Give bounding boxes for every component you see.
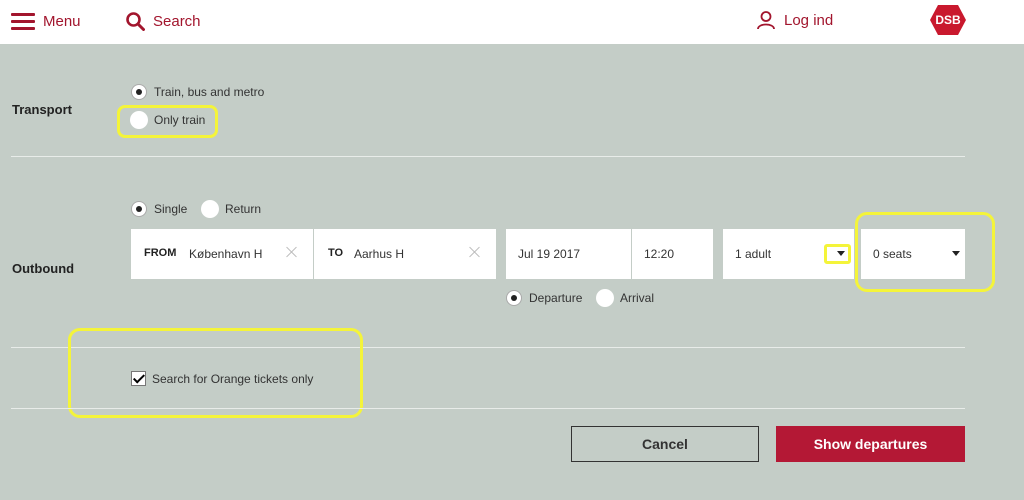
cancel-button[interactable]: Cancel [571,426,759,462]
radio-label: Arrival [620,291,655,305]
seats-value: 0 seats [873,247,912,261]
radio-label: Departure [529,291,583,305]
radio-label: Return [225,202,262,216]
search-button[interactable]: Search [126,9,201,33]
search-icon [126,11,145,31]
search-label: Search [153,12,201,30]
top-bar: Menu Search Log ind DSB [0,0,1024,44]
clear-to-icon[interactable] [469,246,481,258]
radio-departure[interactable]: Departure [506,290,582,306]
from-label: FROM [144,247,177,259]
menu-button[interactable]: Menu [11,9,81,33]
logo-text: DSB [935,13,961,27]
login-button[interactable]: Log ind [756,8,833,32]
radio-only-train[interactable]: Only train [130,111,205,129]
transport-label: Transport [12,102,72,117]
menu-label: Menu [43,12,81,30]
show-departures-button[interactable]: Show departures [776,426,965,462]
to-value: Aarhus H [354,247,405,261]
radio-label: Single [154,202,188,216]
chevron-down-icon [837,251,845,256]
chevron-down-icon [952,251,960,256]
outbound-label: Outbound [12,261,75,276]
radio-circle [131,201,147,217]
date-field[interactable]: Jul 19 2017 [506,229,631,279]
from-value: København H [189,247,263,261]
divider [11,347,965,348]
radio-label: Only train [154,113,206,127]
date-value: Jul 19 2017 [518,247,581,261]
radio-return[interactable]: Return [201,200,261,218]
login-label: Log ind [784,11,834,29]
user-icon [757,11,775,30]
time-value: 12:20 [644,247,675,261]
orange-tickets-label: Search for Orange tickets only [152,372,314,386]
passengers-select[interactable]: 1 adult [723,229,854,279]
radio-circle [130,111,148,129]
hamburger-icon [11,12,35,30]
radio-arrival[interactable]: Arrival [596,289,654,307]
dsb-logo[interactable]: DSB [929,4,967,36]
time-field[interactable]: 12:20 [632,229,713,279]
radio-circle [131,84,147,100]
passengers-value: 1 adult [735,247,772,261]
radio-label: Train, bus and metro [154,85,265,99]
orange-tickets-checkbox[interactable] [131,371,146,386]
radio-circle [506,290,522,306]
radio-train-bus-metro[interactable]: Train, bus and metro [131,84,264,100]
divider [11,156,965,157]
seats-select[interactable]: 0 seats [861,229,965,279]
to-label: TO [328,247,344,259]
divider [11,408,965,409]
radio-circle [201,200,219,218]
from-field[interactable]: FROM København H [131,229,313,279]
clear-from-icon[interactable] [286,246,298,258]
radio-single[interactable]: Single [131,201,187,217]
to-field[interactable]: TO Aarhus H [314,229,496,279]
radio-circle [596,289,614,307]
